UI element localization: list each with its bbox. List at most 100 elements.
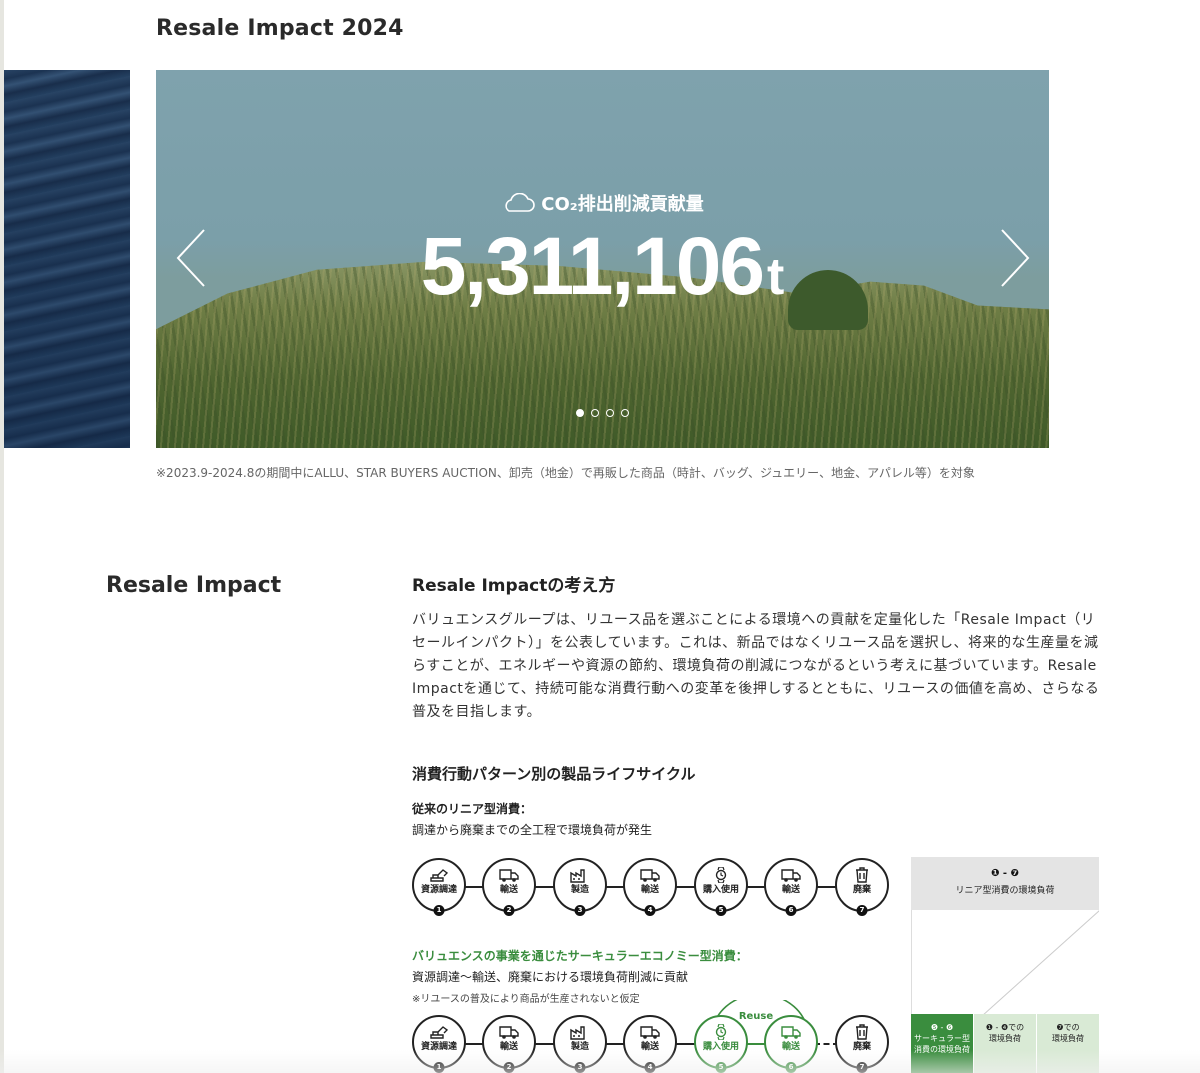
impact-comparison-chart: ❶ - ❼ リニア型消費の環境負荷 ❺ - ❻ サーキュラー型 消費の環境負荷 …	[911, 857, 1099, 1073]
circular-lifecycle-row: 資源調達 1 輸送 2 製造 3 輸送 4 購入使用 5 輸送 6 廃棄 7	[412, 1015, 892, 1073]
circular-load-bar: ❺ - ❻ サーキュラー型 消費の環境負荷 ❶ - ❹での 環境負荷 ❼での 環…	[911, 1014, 1099, 1073]
step-label: 輸送	[781, 885, 800, 895]
step-number: 1	[433, 1062, 445, 1073]
carousel-dot-1[interactable]	[576, 409, 584, 417]
co2-label-text: CO₂排出削減貢献量	[541, 194, 704, 215]
segment-range: ❺ - ❻	[930, 1023, 954, 1032]
carousel-dot-4[interactable]	[621, 409, 629, 417]
step-label: 廃棄	[852, 1042, 871, 1052]
lifecycle-heading: 消費行動パターン別の製品ライフサイクル	[412, 765, 696, 783]
truck-icon	[781, 869, 801, 882]
co2-value-number: 5,311,106	[420, 221, 765, 312]
reduction-area	[911, 910, 1099, 1017]
factory-icon	[570, 1026, 585, 1040]
step-number: 5	[715, 905, 727, 916]
lifecycle-step-5: 購入使用 5	[694, 1015, 748, 1073]
lifecycle-step-1: 資源調達 1	[412, 858, 466, 916]
page-title: Resale Impact 2024	[156, 16, 404, 41]
step-number: 4	[644, 1062, 656, 1073]
segment-label: サーキュラー型 消費の環境負荷	[914, 1034, 970, 1054]
circular-title: バリュエンスの事業を通じたサーキュラーエコノミー型消費：	[412, 949, 748, 963]
step-label: 購入使用	[702, 885, 739, 895]
truck-icon	[781, 1026, 801, 1039]
step-number: 6	[785, 905, 797, 916]
step-label: 輸送	[781, 1042, 800, 1052]
truck-icon	[640, 869, 660, 882]
trash-icon	[856, 1024, 868, 1040]
truck-icon	[499, 869, 519, 882]
segment-label: 環境負荷	[989, 1034, 1021, 1043]
lifecycle-step-2: 輸送 2	[482, 1015, 536, 1073]
lifecycle-step-6: 輸送 6	[764, 1015, 818, 1073]
truck-icon	[499, 1026, 519, 1039]
cloud-icon	[505, 193, 536, 212]
segment-label: 環境負荷	[1052, 1034, 1084, 1043]
segment-range: ❶ - ❹での	[985, 1023, 1025, 1032]
carousel-prev-button[interactable]	[172, 228, 212, 288]
lifecycle-step-3: 製造 3	[553, 858, 607, 916]
chevron-right-icon	[1001, 229, 1030, 287]
segment-range: ❼での	[1056, 1023, 1080, 1032]
linear-desc: 調達から廃棄までの全工程で環境負荷が発生	[412, 823, 653, 837]
trash-icon	[856, 867, 868, 883]
step-number: 6	[785, 1062, 797, 1073]
factory-icon	[570, 869, 585, 883]
linear-load-range: ❶ - ❼	[990, 868, 1020, 879]
step-label: 製造	[570, 1042, 589, 1052]
step-label: 廃棄	[852, 885, 871, 895]
step-label: 資源調達	[420, 885, 457, 895]
linear-load-bar: ❶ - ❼ リニア型消費の環境負荷	[911, 857, 1099, 910]
circular-desc: 資源調達〜輸送、廃棄における環境負荷削減に貢献	[412, 970, 689, 984]
truck-icon	[640, 1026, 660, 1039]
step-label: 輸送	[640, 1042, 659, 1052]
step-number: 2	[503, 905, 515, 916]
step-label: 輸送	[499, 1042, 518, 1052]
carousel-footnote: ※2023.9-2024.8の期間中にALLU、STAR BUYERS AUCT…	[156, 466, 975, 480]
circular-load-segment: ❺ - ❻ サーキュラー型 消費の環境負荷	[911, 1014, 974, 1073]
circular-note: ※リユースの普及により商品が生産されないと仮定	[412, 994, 640, 1005]
chevron-left-icon	[176, 229, 205, 287]
impact-carousel: CO₂排出削減貢献量 5,311,106t	[156, 70, 1049, 448]
carousel-dot-3[interactable]	[606, 409, 614, 417]
lifecycle-step-4: 輸送 4	[623, 1015, 677, 1073]
step-label: 資源調達	[420, 1042, 457, 1052]
linear-lifecycle-row: 資源調達 1 輸送 2 製造 3 輸送 4 購入使用 5 輸送 6 廃棄 7	[412, 858, 892, 916]
step-number: 2	[503, 1062, 515, 1073]
step-number: 3	[574, 1062, 586, 1073]
lifecycle-step-7: 廃棄 7	[835, 1015, 889, 1073]
carousel-next-button[interactable]	[994, 228, 1034, 288]
step-7-load-segment: ❼での 環境負荷	[1037, 1014, 1099, 1073]
section-body: バリュエンスグループは、リユース品を選ぶことによる環境への貢献を定量化した「Re…	[412, 612, 1100, 720]
lifecycle-step-6: 輸送 6	[764, 858, 818, 916]
step-number: 3	[574, 905, 586, 916]
step-label: 製造	[570, 885, 589, 895]
previous-slide-peek[interactable]	[4, 70, 130, 448]
linear-title: 従来のリニア型消費：	[412, 802, 533, 816]
lifecycle-step-3: 製造 3	[553, 1015, 607, 1073]
co2-label: CO₂排出削減貢献量	[156, 190, 1049, 216]
watch-icon	[715, 1024, 727, 1040]
lifecycle-step-7: 廃棄 7	[835, 858, 889, 916]
step-number: 4	[644, 905, 656, 916]
lifecycle-step-1: 資源調達 1	[412, 1015, 466, 1073]
lifecycle-step-2: 輸送 2	[482, 858, 536, 916]
co2-value-unit: t	[766, 248, 785, 306]
step-number: 7	[856, 1062, 868, 1073]
steps-1-4-load-segment: ❶ - ❹での 環境負荷	[974, 1014, 1037, 1073]
watch-icon	[715, 867, 727, 883]
step-number: 1	[433, 905, 445, 916]
excavator-icon	[430, 1026, 449, 1039]
step-label: 輸送	[499, 885, 518, 895]
linear-load-label: リニア型消費の環境負荷	[955, 886, 1055, 896]
step-label: 購入使用	[702, 1042, 739, 1052]
reduction-diagonal	[981, 910, 1099, 1017]
lifecycle-step-5: 購入使用 5	[694, 858, 748, 916]
section-subtitle: Resale Impactの考え方	[412, 576, 616, 596]
co2-value: 5,311,106t	[156, 220, 1049, 314]
step-label: 輸送	[640, 885, 659, 895]
carousel-pagination	[156, 409, 1049, 417]
carousel-dot-2[interactable]	[591, 409, 599, 417]
section-title: Resale Impact	[106, 573, 282, 598]
lifecycle-step-4: 輸送 4	[623, 858, 677, 916]
step-number: 7	[856, 905, 868, 916]
